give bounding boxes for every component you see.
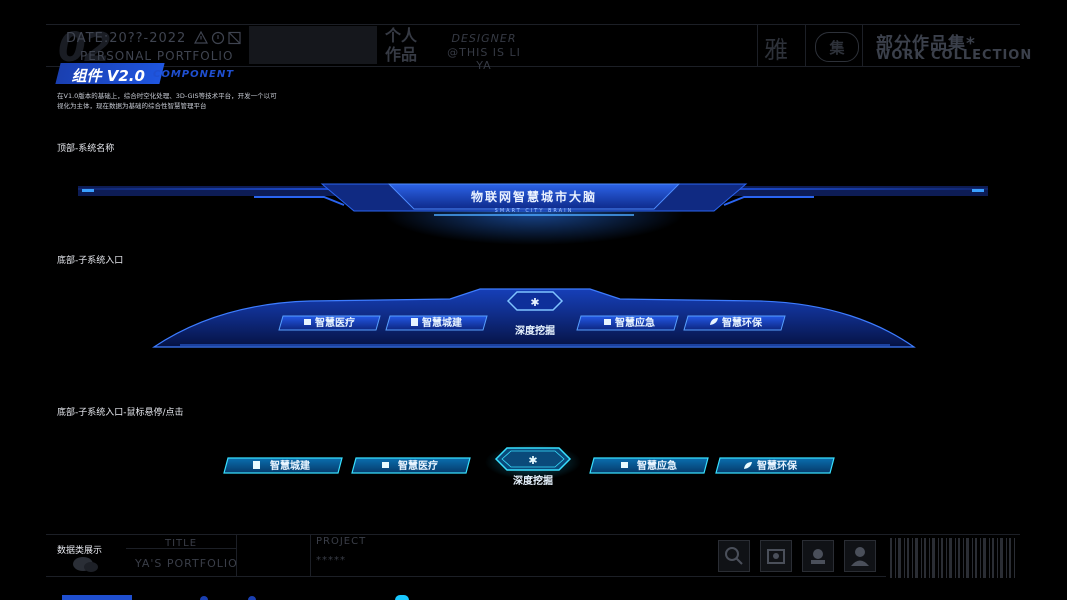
hover-item-1-label: 智慧城建 bbox=[270, 459, 311, 472]
cross-box-icon bbox=[228, 31, 241, 45]
nav-item-3-label: 深度挖掘 bbox=[515, 324, 555, 337]
system-title-bar: 物联网智慧城市大脑 SMART CITY BRAIN bbox=[78, 181, 988, 245]
hover-item-5-label: 智慧环保 bbox=[757, 459, 798, 472]
nav-item-1-label: 智慧医疗 bbox=[315, 316, 355, 329]
hover-item-1-icon bbox=[253, 461, 260, 469]
personal-works-line1: 个人 bbox=[385, 26, 418, 45]
nav-item-5[interactable]: 智慧环保 bbox=[683, 315, 786, 331]
section-subtitle: COMPONENT bbox=[153, 69, 235, 80]
wing-deco-left bbox=[254, 196, 345, 206]
nav-item-1-icon bbox=[304, 319, 311, 325]
footer-top-line bbox=[46, 534, 1020, 535]
personal-works-line2: 作品 bbox=[385, 45, 418, 64]
wing-deco-right bbox=[723, 196, 814, 206]
section-description: 在V1.0版本的基础上，综合时空化处理、3D-GIS等技术平台，开发一个以可 视… bbox=[57, 91, 297, 111]
header-bottom-line bbox=[46, 66, 1020, 67]
hover-item-2-icon bbox=[382, 462, 389, 468]
next-section-tab bbox=[62, 595, 132, 600]
hover-item-3[interactable]: ✱ 深度挖掘 bbox=[485, 444, 581, 487]
hover-nav-bar: 智慧城建 智慧医疗 ✱ 深度挖掘 智慧应急 智慧环保 bbox=[223, 444, 835, 487]
barcode-graphic bbox=[890, 538, 1015, 578]
nav-item-5-label: 智慧环保 bbox=[722, 316, 763, 329]
footer-bottom-line bbox=[46, 576, 886, 577]
hover-item-3-label: 深度挖掘 bbox=[513, 474, 553, 487]
section-title: 组件 V2.0 bbox=[71, 67, 145, 85]
warning-icons-group bbox=[194, 31, 241, 45]
nav-item-4-label: 智慧应急 bbox=[615, 316, 655, 329]
collection-badge-char: 集 bbox=[829, 39, 845, 57]
chat-bubble-icon bbox=[73, 557, 98, 572]
bottom-nav-bar: 智慧医疗 智慧城建 ✱ 深度挖掘 智慧应急 智慧环保 bbox=[152, 288, 916, 348]
nav-item-2-icon bbox=[411, 318, 418, 326]
nav-item-2[interactable]: 智慧城建 bbox=[385, 315, 488, 331]
nav-item-4[interactable]: 智慧应急 bbox=[576, 315, 679, 331]
description-line-2: 视化为主体，现在数据为基础的综合性智慧管理平台 bbox=[57, 102, 207, 110]
system-name-en: SMART CITY BRAIN bbox=[495, 208, 574, 214]
footer-project-value: ***** bbox=[316, 555, 346, 566]
hover-item-2[interactable]: 智慧医疗 bbox=[351, 457, 471, 474]
hover-item-2-label: 智慧医疗 bbox=[398, 459, 438, 472]
snowflake-icon: ✱ bbox=[528, 454, 537, 467]
collection-badge: 集 bbox=[815, 32, 859, 62]
hover-item-4-icon bbox=[621, 462, 628, 468]
hover-item-4[interactable]: 智慧应急 bbox=[589, 457, 709, 474]
partial-element-2 bbox=[248, 596, 256, 600]
description-line-1: 在V1.0版本的基础上，综合时空化处理、3D-GIS等技术平台，开发一个以可 bbox=[57, 92, 277, 100]
header-divider bbox=[757, 24, 758, 66]
nav-item-4-icon bbox=[604, 319, 611, 325]
collection-subtitle: WORK COLLECTION bbox=[876, 48, 1033, 63]
user-icon[interactable] bbox=[844, 540, 876, 572]
partial-element-1 bbox=[200, 596, 208, 600]
header-placeholder-box bbox=[249, 26, 377, 64]
ya-logo: 雅 bbox=[764, 36, 788, 64]
footer-divider-2 bbox=[310, 534, 311, 576]
circle-info-icon bbox=[211, 31, 225, 45]
hover-nav-label: 底部-子系统入口-鼠标悬停/点击 bbox=[57, 408, 184, 418]
header-divider-3 bbox=[862, 24, 863, 66]
footer-title-value: YA'S PORTFOLIO bbox=[135, 557, 238, 570]
header-divider-2 bbox=[805, 24, 806, 66]
top-component-label: 顶部-系统名称 bbox=[57, 144, 115, 154]
partial-element-3 bbox=[395, 595, 409, 600]
rail-indicator-right bbox=[972, 189, 984, 192]
hover-item-1[interactable]: 智慧城建 bbox=[223, 457, 343, 474]
hover-item-5[interactable]: 智慧环保 bbox=[715, 457, 835, 474]
award-icon[interactable] bbox=[802, 540, 834, 572]
search-people-icon[interactable] bbox=[718, 540, 750, 572]
snowflake-icon: ✱ bbox=[530, 296, 539, 309]
hover-item-4-label: 智慧应急 bbox=[637, 459, 677, 472]
date-text: DATE:20??-2022 bbox=[66, 31, 187, 46]
rail-indicator-left bbox=[82, 189, 94, 192]
warning-icon bbox=[194, 31, 209, 44]
designer-label: DESIGNER bbox=[451, 32, 517, 45]
nav-item-2-label: 智慧城建 bbox=[422, 316, 463, 329]
system-name: 物联网智慧城市大脑 bbox=[471, 189, 597, 204]
footer-project-label: PROJECT bbox=[316, 536, 367, 547]
footer-title-label: TITLE bbox=[165, 538, 198, 549]
gallery-icon[interactable] bbox=[760, 540, 792, 572]
personal-portfolio-text: PERSONAL PORTFOLIO bbox=[80, 49, 234, 63]
header-top-line bbox=[46, 24, 1020, 25]
nav-item-1[interactable]: 智慧医疗 bbox=[278, 315, 381, 331]
designer-name: @THIS IS LI YA bbox=[447, 46, 521, 72]
bottom-nav-label: 底部-子系统入口 bbox=[57, 256, 124, 266]
section-title-badge: 组件 V2.0 bbox=[55, 63, 165, 85]
